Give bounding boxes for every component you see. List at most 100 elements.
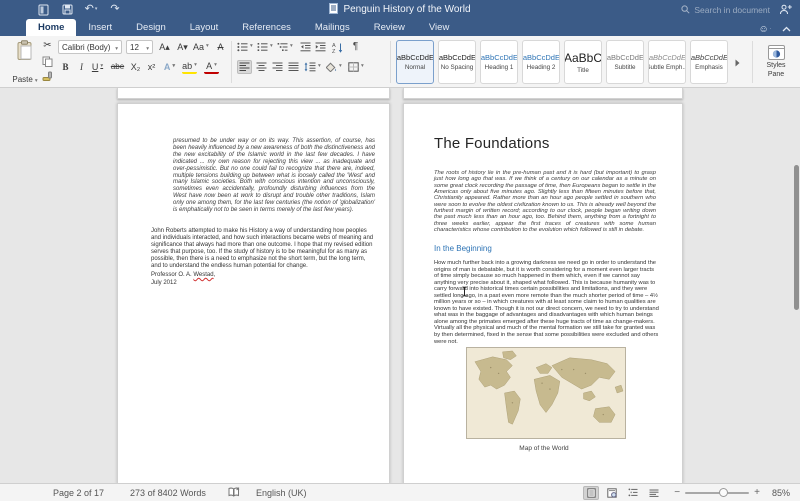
numbering-button[interactable] [257, 40, 273, 54]
styles-gallery-more-button[interactable] [732, 56, 742, 70]
redo-button[interactable] [108, 3, 122, 17]
highlight-button[interactable]: ab [182, 60, 197, 74]
zoom-in-button[interactable] [754, 487, 760, 498]
tab-view[interactable]: View [417, 19, 461, 36]
superscript-button[interactable]: x² [144, 60, 159, 74]
italic-button[interactable]: I [74, 60, 89, 74]
font-color-button[interactable]: A [204, 60, 219, 74]
paint-bucket-icon [326, 62, 337, 72]
web-layout-view-button[interactable] [604, 486, 620, 500]
signature-block: Professor O. A. Westad, July 2012 [151, 271, 215, 287]
undo-button[interactable]: ▾ [84, 3, 98, 17]
proofing-status-button[interactable] [228, 487, 240, 499]
document-canvas: presumed to be under way or on its way. … [0, 88, 800, 483]
tab-layout[interactable]: Layout [178, 19, 231, 36]
word-count-status[interactable]: 273 of 8402 Words [130, 488, 206, 498]
scissors-icon [43, 41, 51, 51]
increase-indent-button[interactable] [313, 40, 328, 54]
shrink-font-button[interactable]: A▾ [175, 40, 190, 54]
style-title[interactable]: AaBbC Title [564, 40, 602, 84]
zoom-slider-thumb[interactable] [719, 488, 728, 497]
align-right-button[interactable] [270, 60, 285, 74]
format-painter-button[interactable] [40, 69, 55, 83]
person-plus-icon [779, 4, 792, 15]
sort-button[interactable]: AZ [330, 40, 345, 54]
tab-insert[interactable]: Insert [76, 19, 124, 36]
draft-view-button[interactable] [646, 486, 662, 500]
save-icon[interactable] [60, 3, 74, 17]
paste-button[interactable]: Paste [10, 40, 40, 84]
language-status[interactable]: English (UK) [256, 488, 307, 498]
line-spacing-button[interactable] [304, 60, 321, 74]
change-case-button[interactable]: Aa [193, 40, 209, 54]
feedback-smiley-button[interactable]: · [758, 22, 772, 36]
style-normal[interactable]: AaBbCcDdEe Normal [396, 40, 434, 84]
signature-suffix: , [214, 272, 216, 278]
search-box[interactable]: Search in document [681, 5, 770, 15]
collapse-ribbon-button[interactable] [779, 22, 793, 36]
signature-prefix: Professor O. A. [151, 272, 193, 278]
cut-button[interactable] [40, 39, 55, 53]
bold-button[interactable]: B [58, 60, 73, 74]
strikethrough-button[interactable]: abe [110, 60, 125, 74]
text-effects-button[interactable]: A [162, 60, 177, 74]
justify-button[interactable] [286, 60, 301, 74]
new-document-icon[interactable] [36, 3, 50, 17]
section-heading: In the Beginning [434, 244, 492, 253]
grow-font-button[interactable]: A▴ [157, 40, 172, 54]
clear-formatting-button[interactable]: A [213, 40, 228, 54]
bullets-button[interactable] [237, 40, 253, 54]
chapter-intro-paragraph: The roots of history lie in the pre-huma… [434, 170, 656, 233]
font-name-select[interactable]: Calibri (Body) [58, 40, 122, 54]
print-layout-view-button[interactable] [583, 486, 599, 500]
quote-paragraph: presumed to be under way or on its way. … [173, 138, 375, 214]
document-page-right[interactable]: The Foundations The roots of history lie… [403, 103, 683, 483]
align-left-button[interactable] [237, 60, 252, 74]
styles-pane-button[interactable]: Styles Pane [758, 40, 794, 84]
zoom-level-label[interactable]: 85% [772, 488, 790, 498]
shading-button[interactable] [326, 60, 342, 74]
title-bar: ▾ Penguin History of the World Search in… [0, 0, 800, 19]
share-button[interactable] [778, 3, 792, 17]
text-cursor [461, 286, 468, 297]
show-formatting-marks-button[interactable] [348, 40, 363, 54]
styles-pane-icon [768, 45, 785, 60]
align-center-button[interactable] [254, 60, 269, 74]
tab-review[interactable]: Review [362, 19, 417, 36]
chevron-right-icon [735, 59, 740, 67]
section-body-paragraph: How much further back into a growing dar… [434, 260, 660, 345]
style-no-spacing[interactable]: AaBbCcDdEe No Spacing [438, 40, 476, 84]
zoom-out-button[interactable] [674, 487, 680, 498]
body-paragraph: John Roberts attempted to make his Histo… [151, 228, 377, 269]
tab-design[interactable]: Design [124, 19, 178, 36]
multilevel-list-button[interactable] [277, 40, 293, 54]
tab-mailings[interactable]: Mailings [303, 19, 362, 36]
font-size-select[interactable]: 12 [126, 40, 153, 54]
tab-home[interactable]: Home [26, 19, 76, 36]
vertical-scrollbar[interactable] [794, 165, 799, 310]
world-map-image[interactable] [466, 347, 626, 439]
bulleted-list-icon [237, 42, 248, 52]
style-emphasis[interactable]: AaBbCcDdEe Emphasis [690, 40, 728, 84]
outline-view-button[interactable] [625, 486, 641, 500]
align-center-icon [256, 62, 267, 72]
svg-text:Z: Z [332, 49, 336, 53]
print-layout-icon [587, 488, 596, 498]
tab-references[interactable]: References [230, 19, 303, 36]
document-page-left[interactable]: presumed to be under way or on its way. … [117, 103, 390, 483]
underline-button[interactable]: U [90, 60, 105, 74]
subscript-button[interactable]: X₂ [128, 60, 143, 74]
copy-button[interactable] [40, 54, 55, 68]
style-heading-2[interactable]: AaBbCcDdEe Heading 2 [522, 40, 560, 84]
page-number-status[interactable]: Page 2 of 17 [53, 488, 104, 498]
undo-dropdown-icon[interactable]: ▾ [95, 7, 98, 12]
style-heading-1[interactable]: AaBbCcDdEe Heading 1 [480, 40, 518, 84]
borders-button[interactable] [348, 60, 364, 74]
web-layout-icon [607, 488, 617, 498]
decrease-indent-button[interactable] [298, 40, 313, 54]
zoom-slider[interactable] [685, 492, 749, 494]
style-subtitle[interactable]: AaBbCcDdEe Subtitle [606, 40, 644, 84]
signature-date: July 2012 [151, 280, 177, 286]
status-bar: Page 2 of 17 273 of 8402 Words English (… [0, 483, 800, 501]
style-subtle-emphasis[interactable]: AaBbCcDdEe Subtle Emph... [648, 40, 686, 84]
